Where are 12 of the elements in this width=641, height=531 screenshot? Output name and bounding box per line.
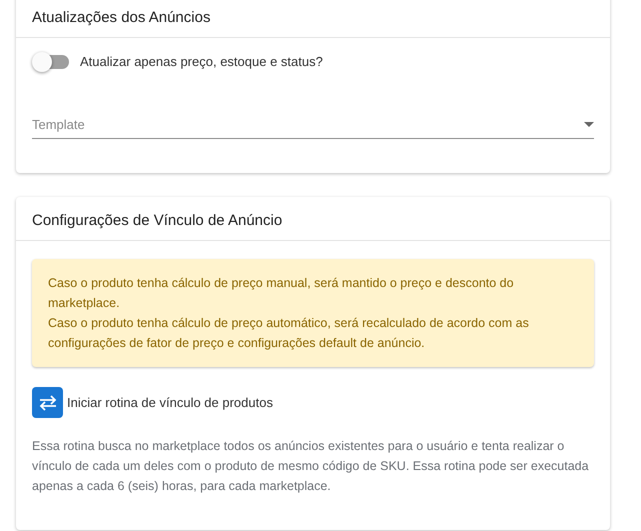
toggle-switch[interactable] — [35, 54, 69, 68]
sync-button[interactable] — [32, 387, 63, 418]
action-label: Iniciar rotina de vínculo de produtos — [67, 395, 273, 410]
swap-arrows-icon — [38, 394, 56, 410]
card-title: Configurações de Vínculo de Anúncio — [32, 212, 284, 229]
card-title: Atualizações dos Anúncios — [32, 9, 212, 26]
dropdown-caret-icon — [584, 122, 594, 127]
alert-text: Caso o produto tenha cálculo de preço automático, será recalculado de acordo com as configurações de fator de preço e configurações default de anúncio. — [48, 315, 530, 352]
alert-text: Caso o produto tenha cálculo de preço manual, será mantido o preço e desconto do marketplace. — [48, 275, 515, 312]
template-select[interactable]: Template — [32, 113, 594, 139]
toggle-label: Atualizar apenas preço, estoque e status? — [80, 54, 323, 69]
description-text: Essa rotina busca no marketplace todos os anúncios existentes para o usuário e tenta realizar o vínculo de cada um deles com o produto de mesmo código de SKU. Essa rotina pode ser executada apenas a cada 6 (seis) horas, para cada marketplace. — [32, 438, 590, 495]
